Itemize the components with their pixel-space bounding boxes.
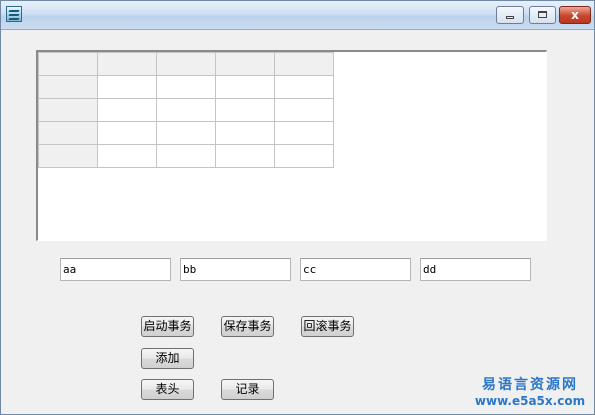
grid-cell[interactable]	[156, 98, 216, 122]
grid-table	[38, 52, 334, 168]
grid-cell[interactable]	[97, 98, 157, 122]
grid-cell[interactable]	[156, 121, 216, 145]
grid-cell[interactable]	[156, 144, 216, 168]
grid-header-cell[interactable]	[38, 98, 98, 122]
close-button[interactable]: x	[559, 6, 591, 24]
watermark: 易语言资源网 www.e5a5x.com	[471, 377, 589, 408]
field-aa-input[interactable]	[60, 258, 171, 281]
save-transaction-button[interactable]: 保存事务	[221, 316, 274, 337]
app-window: x 启动事务 保存事务 回滚事务 添加 表头 记录 易语言资源网 www.e5a…	[0, 0, 595, 415]
rollback-transaction-button[interactable]: 回滚事务	[301, 316, 354, 337]
grid-row	[38, 52, 334, 76]
watermark-title: 易语言资源网	[482, 377, 578, 393]
grid-row	[38, 98, 334, 122]
grid-cell[interactable]	[97, 121, 157, 145]
field-dd-input[interactable]	[420, 258, 531, 281]
grid-cell[interactable]	[215, 144, 275, 168]
close-icon: x	[571, 8, 579, 22]
grid-header-cell[interactable]	[215, 52, 275, 76]
grid-cell[interactable]	[274, 144, 334, 168]
grid-header-cell[interactable]	[156, 52, 216, 76]
grid-cell[interactable]	[274, 75, 334, 99]
grid-cell[interactable]	[97, 144, 157, 168]
app-icon[interactable]	[6, 6, 22, 22]
grid-cell[interactable]	[97, 75, 157, 99]
grid-header-cell[interactable]	[38, 121, 98, 145]
grid-row	[38, 121, 334, 145]
maximize-icon	[538, 11, 547, 18]
grid-cell[interactable]	[156, 75, 216, 99]
record-button[interactable]: 记录	[221, 379, 274, 400]
grid-header-cell[interactable]	[38, 144, 98, 168]
grid-header-cell[interactable]	[38, 52, 98, 76]
header-button[interactable]: 表头	[141, 379, 194, 400]
title-bar[interactable]: x	[1, 1, 594, 30]
grid-cell[interactable]	[274, 98, 334, 122]
add-button[interactable]: 添加	[141, 348, 194, 369]
grid-cell[interactable]	[215, 75, 275, 99]
grid-cell[interactable]	[215, 98, 275, 122]
grid-header-cell[interactable]	[97, 52, 157, 76]
maximize-button[interactable]	[529, 6, 556, 24]
watermark-url: www.e5a5x.com	[474, 394, 586, 408]
field-bb-input[interactable]	[180, 258, 291, 281]
minimize-button[interactable]	[496, 6, 524, 24]
grid-cell[interactable]	[274, 121, 334, 145]
grid-cell[interactable]	[215, 121, 275, 145]
grid-row	[38, 144, 334, 168]
data-grid[interactable]	[36, 50, 547, 241]
grid-header-cell[interactable]	[38, 75, 98, 99]
grid-row	[38, 75, 334, 99]
start-transaction-button[interactable]: 启动事务	[141, 316, 194, 337]
minimize-icon	[506, 16, 514, 19]
grid-header-cell[interactable]	[274, 52, 334, 76]
field-cc-input[interactable]	[300, 258, 411, 281]
